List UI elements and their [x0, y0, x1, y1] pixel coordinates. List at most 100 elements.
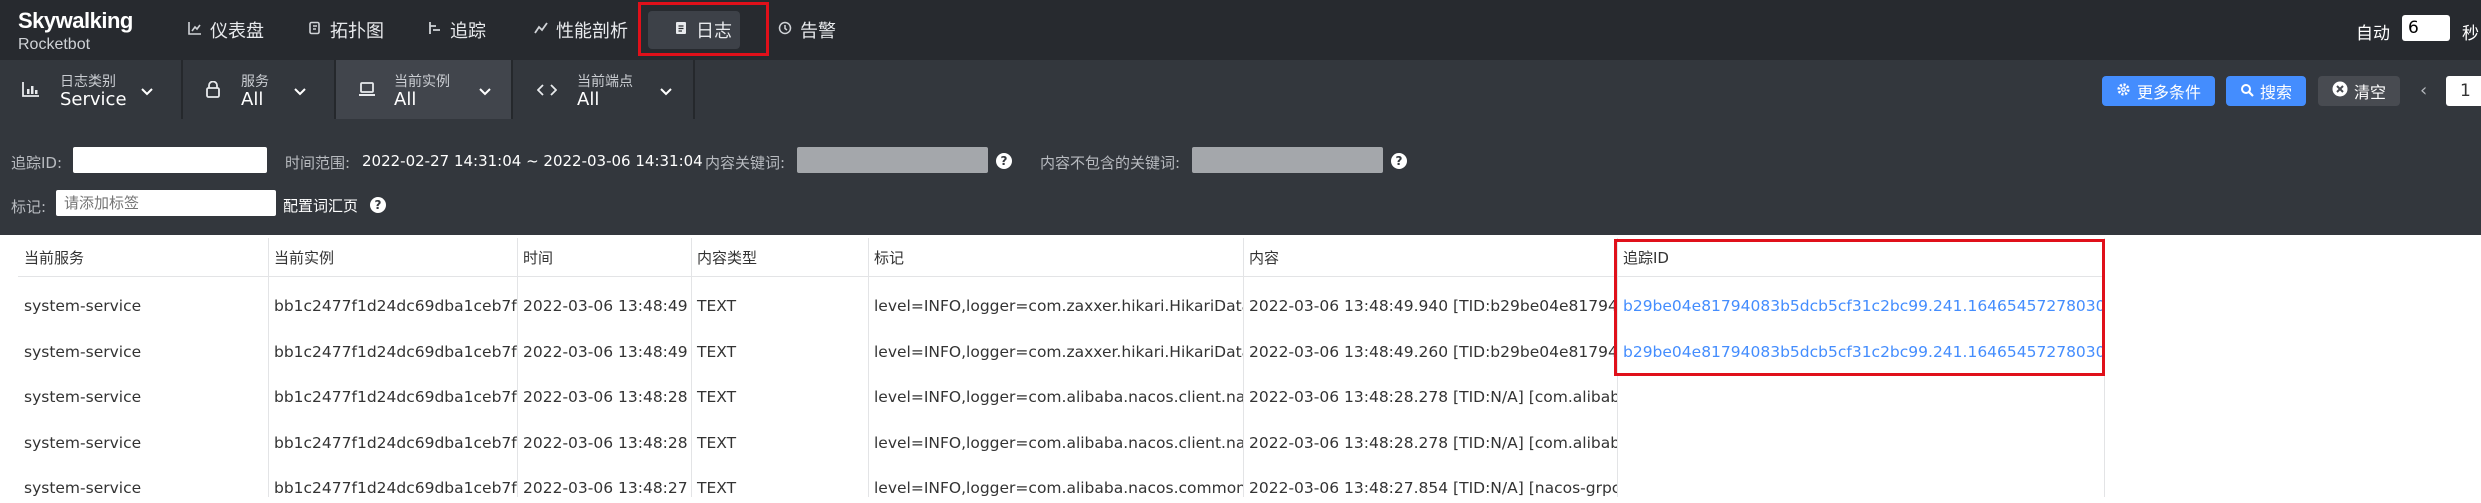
cell-tags: level=INFO,logger=com.alibaba.nacos.clie…: [874, 388, 1243, 406]
nav-item-label: 追踪: [450, 21, 486, 42]
cell-instance: bb1c2477f1d24dc69dba1ceb7f...: [274, 479, 517, 497]
instance-selector[interactable]: 当前实例 All: [336, 60, 511, 119]
chevron-down-icon: [478, 82, 492, 101]
column-divider: [868, 238, 869, 497]
log-category-selector[interactable]: 日志类别 Service: [0, 60, 180, 119]
column-header-service[interactable]: 当前服务: [18, 240, 268, 276]
nav-item-topology[interactable]: 拓扑图: [308, 0, 384, 60]
selector-label: 日志类别: [60, 74, 116, 90]
help-icon[interactable]: ?: [370, 197, 386, 213]
chevron-down-icon: [659, 82, 673, 101]
column-divider: [1243, 238, 1244, 497]
cell-tags: level=INFO,logger=com.zaxxer.hikari.Hika…: [874, 297, 1243, 315]
trace-id-highlight-box: [1614, 239, 2105, 376]
cell-instance: bb1c2477f1d24dc69dba1ceb7f...: [274, 388, 517, 406]
tag-input[interactable]: [56, 190, 276, 216]
cell-content-type: TEXT: [697, 479, 737, 497]
cell-service: system-service: [24, 479, 142, 497]
cell-content-type: TEXT: [697, 343, 737, 361]
cell-time: 2022-03-06 13:48:28: [523, 434, 688, 452]
keyword-input[interactable]: [797, 147, 988, 173]
chevron-down-icon: [140, 82, 154, 101]
app-logo-subtitle: Rocketbot: [18, 36, 91, 53]
nav-item-alarm[interactable]: 告警: [778, 0, 836, 60]
cell-content: 2022-03-06 13:48:27.854 [TID:N/A] [nacos…: [1249, 479, 1617, 497]
time-range-label: 时间范围:: [285, 154, 351, 172]
time-range-value[interactable]: 2022-02-27 14:31:04 ~ 2022-03-06 14:31:0…: [362, 152, 703, 170]
keyword-label: 内容关键词:: [705, 154, 786, 172]
exclude-keyword-input[interactable]: [1192, 147, 1383, 173]
cell-tags: level=INFO,logger=com.alibaba.nacos.comm…: [874, 479, 1243, 497]
auto-refresh-interval-input[interactable]: [2402, 15, 2450, 41]
trace-icon: [428, 21, 442, 39]
log-tab-highlight-box: [638, 2, 769, 56]
column-divider: [268, 238, 269, 497]
alarm-icon: [778, 21, 792, 39]
nav-item-label: 仪表盘: [210, 21, 264, 42]
cell-instance: bb1c2477f1d24dc69dba1ceb7f...: [274, 343, 517, 361]
column-header-time[interactable]: 时间: [517, 240, 691, 276]
cell-content-type: TEXT: [697, 434, 737, 452]
gear-icon: [2116, 82, 2131, 101]
search-icon: [2240, 82, 2254, 101]
nav-item-label: 告警: [800, 21, 836, 42]
laptop-icon: [358, 81, 376, 102]
exclude-keyword-label: 内容不包含的关键词:: [1040, 154, 1181, 172]
cell-time: 2022-03-06 13:48:27: [523, 479, 688, 497]
cell-time: 2022-03-06 13:48:49: [523, 297, 688, 315]
clear-button[interactable]: 清空: [2318, 76, 2400, 106]
help-icon[interactable]: ?: [996, 153, 1012, 169]
search-label: 搜索: [2259, 83, 2292, 102]
lock-icon: [205, 80, 221, 103]
more-conditions-button[interactable]: 更多条件: [2102, 76, 2215, 106]
auto-refresh-label: 自动: [2356, 24, 2390, 44]
selector-value: All: [241, 89, 264, 110]
nav-item-dashboard[interactable]: 仪表盘: [188, 0, 264, 60]
column-header-content[interactable]: 内容: [1243, 240, 1617, 276]
service-selector[interactable]: 服务 All: [183, 60, 333, 119]
cell-service: system-service: [24, 343, 142, 361]
selector-value: Service: [60, 89, 127, 110]
filter-panel: [0, 119, 2481, 235]
cell-trace-id[interactable]: [1617, 382, 2104, 412]
column-divider: [691, 238, 692, 497]
nav-item-trace[interactable]: 追踪: [428, 0, 486, 60]
selector-label: 当前端点: [577, 74, 633, 90]
clear-label: 清空: [2353, 83, 2386, 102]
cell-tags: level=INFO,logger=com.zaxxer.hikari.Hika…: [874, 343, 1243, 361]
more-conditions-label: 更多条件: [2136, 83, 2201, 102]
chevron-left-icon[interactable]: ‹: [2420, 80, 2427, 101]
nav-item-label: 拓扑图: [330, 21, 384, 42]
chevron-down-icon: [293, 82, 307, 101]
nav-item-label: 性能剖析: [556, 21, 628, 42]
search-button[interactable]: 搜索: [2226, 76, 2306, 106]
app-logo: Skywalking: [18, 8, 133, 33]
cell-service: system-service: [24, 388, 142, 406]
cell-time: 2022-03-06 13:48:49: [523, 343, 688, 361]
config-vocabulary-link[interactable]: 配置词汇页: [283, 195, 358, 216]
page-number-input[interactable]: 1: [2446, 76, 2481, 106]
trace-id-input[interactable]: [73, 147, 267, 173]
cell-content: 2022-03-06 13:48:28.278 [TID:N/A] [com.a…: [1249, 434, 1617, 452]
selector-label: 服务: [241, 74, 269, 90]
bar-chart-icon: [22, 81, 40, 102]
column-header-instance[interactable]: 当前实例: [268, 240, 517, 276]
cell-instance: bb1c2477f1d24dc69dba1ceb7f...: [274, 297, 517, 315]
column-header-tags[interactable]: 标记: [868, 240, 1243, 276]
column-header-content-type[interactable]: 内容类型: [691, 240, 868, 276]
endpoint-selector[interactable]: 当前端点 All: [513, 60, 693, 119]
cell-content: 2022-03-06 13:48:28.278 [TID:N/A] [com.a…: [1249, 388, 1617, 406]
topology-icon: [308, 21, 322, 39]
cell-trace-id[interactable]: [1617, 428, 2104, 458]
selector-divider: [693, 60, 695, 119]
nav-item-profile[interactable]: 性能剖析: [534, 0, 628, 60]
profile-icon: [534, 21, 548, 39]
selector-value: All: [577, 89, 600, 110]
code-icon: [536, 81, 558, 102]
help-icon[interactable]: ?: [1391, 153, 1407, 169]
cell-content-type: TEXT: [697, 297, 737, 315]
column-divider: [517, 238, 518, 497]
cell-trace-id[interactable]: [1617, 473, 2104, 503]
trace-id-label: 追踪ID:: [11, 154, 63, 172]
cell-time: 2022-03-06 13:48:28: [523, 388, 688, 406]
